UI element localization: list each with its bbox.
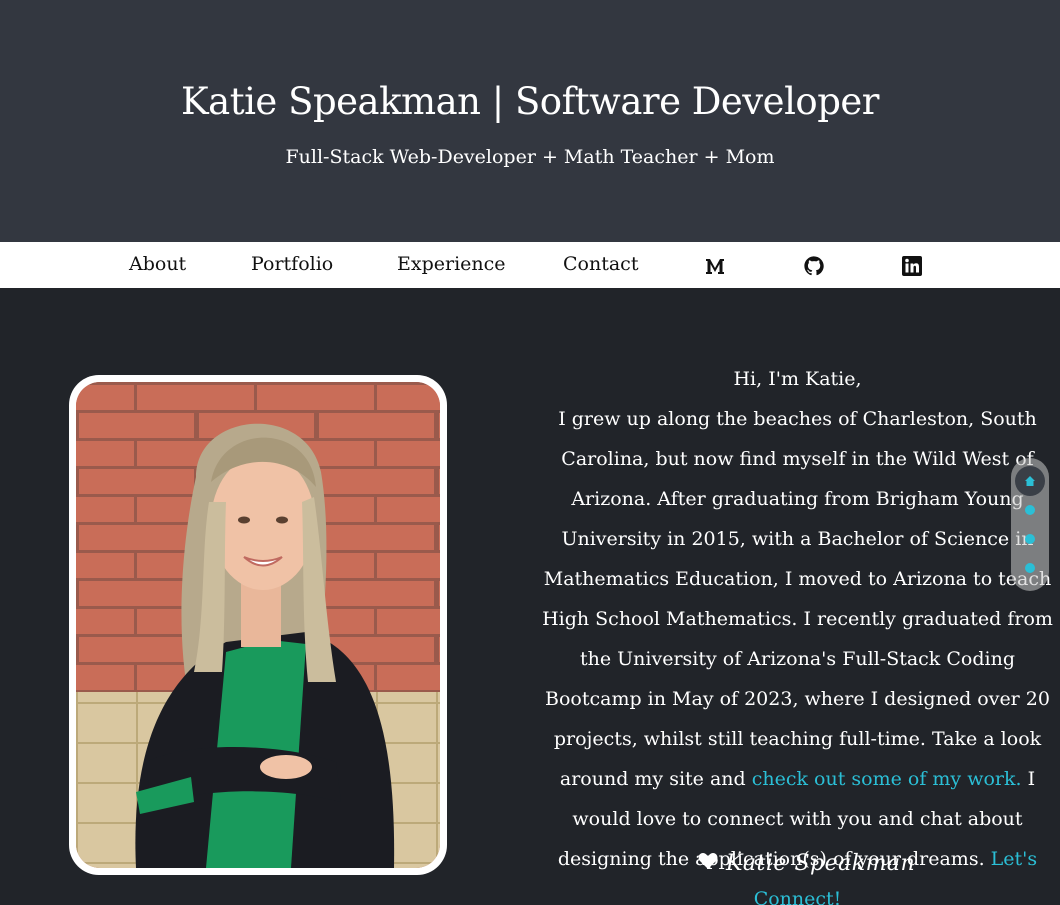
bio-paragraph: I grew up along the beaches of Charlesto… (535, 399, 1060, 905)
bio-greeting: Hi, I'm Katie, (733, 368, 862, 390)
signature: Katie Speakman (698, 846, 915, 880)
home-icon[interactable] (1015, 466, 1045, 496)
navbar: About Portfolio Experience Contact (0, 242, 1060, 288)
side-nav-dot[interactable] (1025, 534, 1035, 544)
nav-contact[interactable]: Contact (563, 253, 638, 275)
nav-experience[interactable]: Experience (397, 253, 506, 275)
hero-header: Katie Speakman | Software Developer Full… (0, 0, 1060, 242)
side-nav (1011, 458, 1049, 591)
heart-icon (698, 852, 718, 874)
nav-about[interactable]: About (129, 253, 186, 275)
signature-name: Katie Speakman (726, 850, 916, 876)
github-icon[interactable] (803, 255, 825, 277)
side-nav-dot[interactable] (1025, 563, 1035, 573)
work-link[interactable]: check out some of my work. (752, 768, 1022, 790)
side-nav-dot[interactable] (1025, 505, 1035, 515)
profile-photo-frame (69, 375, 447, 875)
page-subtitle: Full-Stack Web-Developer + Math Teacher … (285, 146, 775, 168)
bio-section: Hi, I'm Katie, I grew up along the beach… (535, 359, 1060, 905)
linkedin-icon[interactable] (901, 255, 923, 277)
profile-photo (76, 382, 440, 868)
page-title: Katie Speakman | Software Developer (181, 80, 879, 123)
bio-text-1: I grew up along the beaches of Charlesto… (542, 408, 1053, 790)
medium-icon[interactable] (704, 255, 726, 277)
nav-portfolio[interactable]: Portfolio (251, 253, 333, 275)
